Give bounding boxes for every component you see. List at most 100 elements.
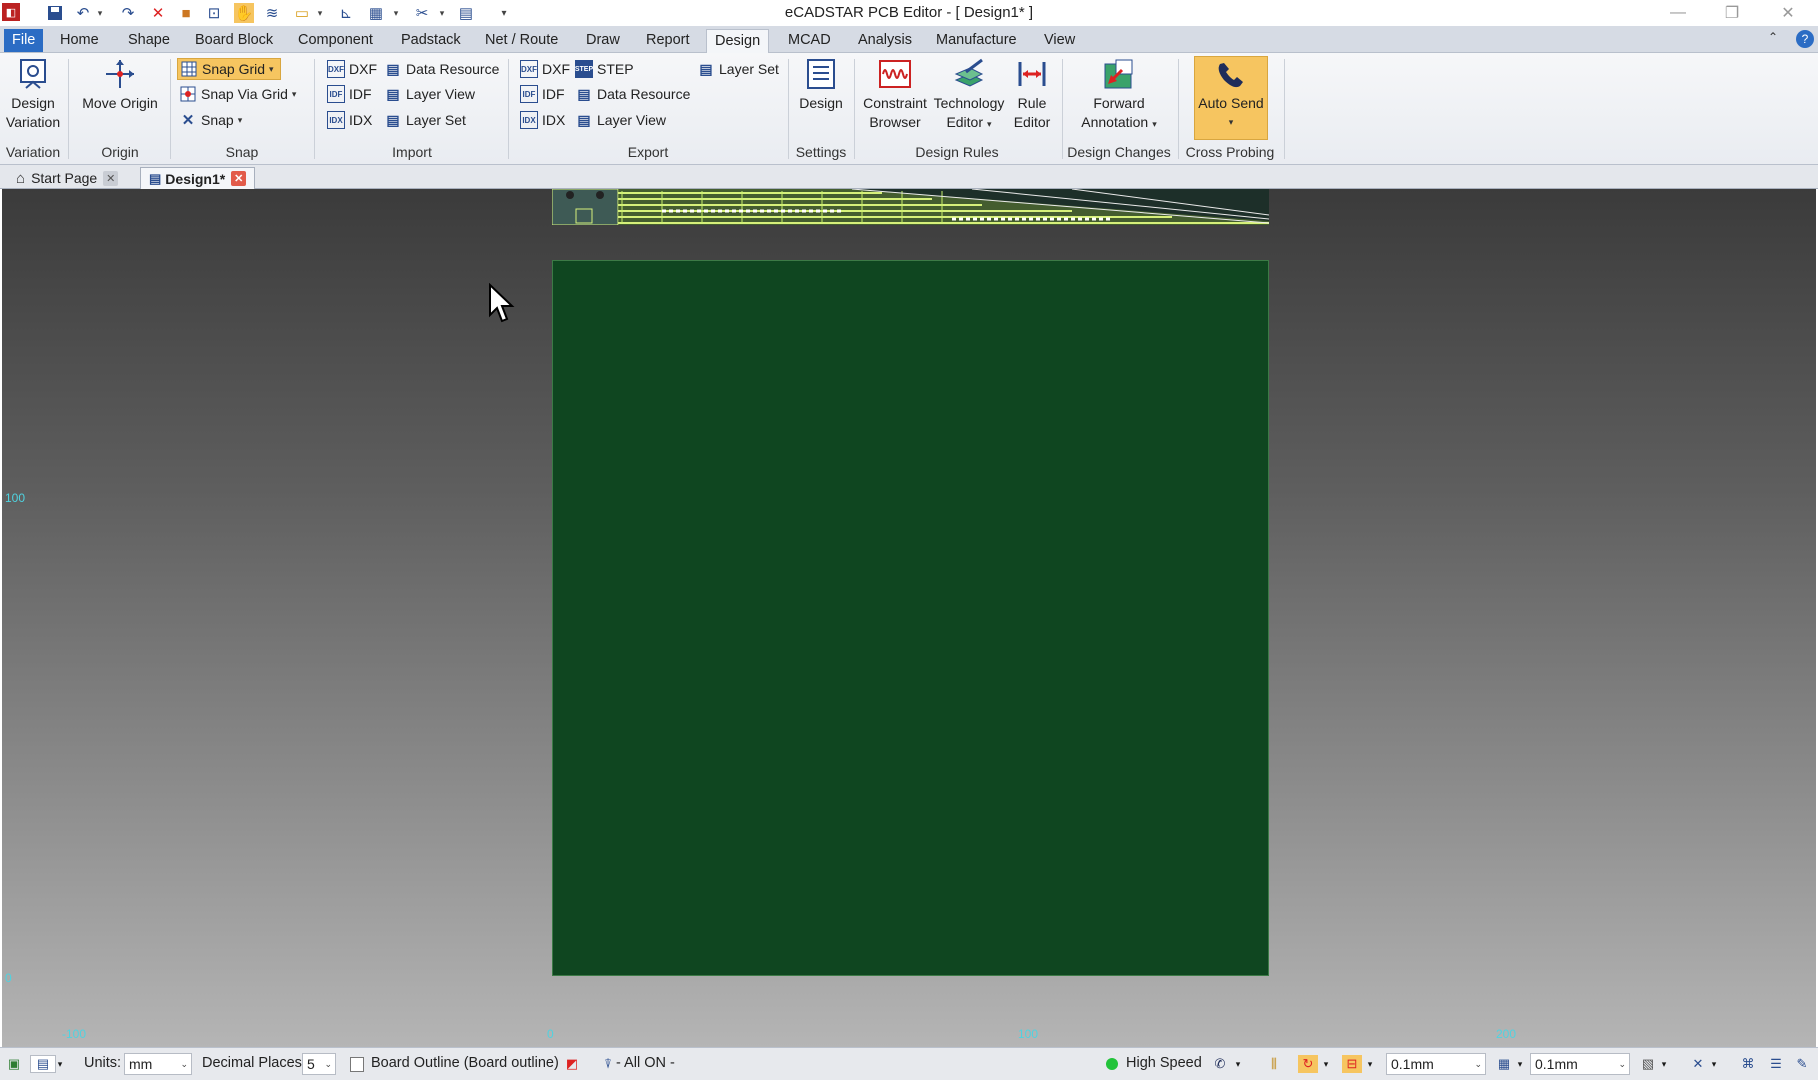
rule-editor-button[interactable]: Rule Editor — [1010, 57, 1054, 132]
move-origin-button[interactable]: Move Origin — [78, 57, 162, 113]
route-mode-icon[interactable]: ↻ — [1298, 1055, 1318, 1073]
menu-file[interactable]: File — [4, 29, 44, 52]
technology-editor-dropdown-icon: ▾ — [987, 119, 992, 129]
title-bar: ◧ ↶ ▾ ↷ ✕ ■ ⊡ ✋ ≋ ▭ ▾ ⊾ ▦ ▾ ✂ ▾ ▤ ▾ eCAD… — [0, 0, 1818, 26]
menu-draw[interactable]: Draw — [578, 30, 628, 51]
close-icon[interactable]: ✕ — [1762, 0, 1814, 26]
filter-status[interactable]: - All ON - — [616, 1055, 675, 1071]
tab-design1[interactable]: ▤ Design1* ✕ — [140, 167, 256, 189]
auto-send-dropdown-icon: ▾ — [1228, 117, 1234, 127]
output-window-icon[interactable]: ▣ — [4, 1055, 24, 1073]
group-label-cross-probing: Cross Probing — [1185, 144, 1275, 160]
snap-via-grid-dropdown-icon: ▾ — [291, 88, 297, 99]
restore-icon[interactable]: ❐ — [1706, 0, 1758, 26]
snap-mode-dropdown-icon[interactable]: ▾ — [1708, 1055, 1720, 1073]
display-dropdown-icon[interactable]: ▾ — [1658, 1055, 1670, 1073]
import-idf-button[interactable]: IDF IDF — [327, 83, 372, 105]
export-dxf-button[interactable]: DXF DXF — [520, 58, 570, 80]
menu-shape[interactable]: Shape — [120, 30, 178, 51]
units-select[interactable]: mm ⌄ — [124, 1053, 192, 1075]
width-mode-dropdown-icon[interactable]: ▾ — [1364, 1055, 1376, 1073]
menu-design[interactable]: Design — [706, 29, 770, 54]
meander-icon[interactable]: ⫼ — [1264, 1055, 1284, 1073]
width-mode-icon[interactable]: ⊟ — [1342, 1055, 1362, 1073]
layers-icon[interactable]: ☰ — [1766, 1055, 1786, 1073]
document-tab-bar: ⌂ Start Page ✕ ▤ Design1* ✕ — [0, 165, 1818, 189]
snap-button[interactable]: ✕ Snap ▾ — [179, 109, 243, 131]
route-mode-dropdown-icon[interactable]: ▾ — [1320, 1055, 1332, 1073]
group-label-design-rules: Design Rules — [915, 144, 999, 160]
group-separator — [314, 59, 315, 159]
collapse-ribbon-icon[interactable]: ⌃ — [1768, 30, 1778, 44]
chevron-down-icon: ⌄ — [180, 1059, 188, 1069]
menu-view[interactable]: View — [1036, 30, 1083, 51]
help-icon[interactable]: ? — [1796, 30, 1814, 48]
menu-mcad[interactable]: MCAD — [780, 30, 839, 51]
constraint-browser-button[interactable]: Constraint Browser — [862, 57, 928, 132]
menu-report[interactable]: Report — [638, 30, 698, 51]
net-icon[interactable]: ⌘ — [1738, 1055, 1758, 1073]
display-icon[interactable]: ▧ — [1638, 1055, 1658, 1073]
filter-icon[interactable]: ⍒ — [598, 1055, 618, 1073]
auto-send-dropdown-icon[interactable]: ▾ — [1232, 1055, 1244, 1073]
layout-icon[interactable]: ▤ — [30, 1055, 56, 1073]
route-grid-select[interactable]: 0.1mm ⌄ — [1386, 1053, 1486, 1075]
close-tab-icon[interactable]: ✕ — [231, 171, 247, 186]
export-layer-view-button[interactable]: ▤ Layer View — [575, 109, 666, 131]
import-idx-button[interactable]: IDX IDX — [327, 109, 372, 131]
design-variation-button[interactable]: Design Variation — [4, 57, 62, 132]
group-separator — [1284, 59, 1285, 159]
auto-send-button[interactable]: Auto Send ▾ — [1194, 56, 1268, 140]
layer-set-icon: ▤ — [386, 111, 400, 128]
menu-manufacture[interactable]: Manufacture — [928, 30, 1025, 51]
import-dxf-button[interactable]: DXF DXF — [327, 58, 377, 80]
minimize-icon[interactable]: — — [1652, 0, 1704, 26]
export-data-resource-button[interactable]: ▤ Data Resource — [575, 83, 690, 105]
import-layer-view-button[interactable]: ▤ Layer View — [384, 83, 475, 105]
move-origin-label: Move Origin — [82, 95, 158, 111]
forward-annotation-button[interactable]: Forward Annotation ▾ — [1070, 57, 1168, 134]
snap-grid-button[interactable]: Snap Grid ▾ — [177, 58, 281, 80]
group-label-export: Export — [627, 144, 669, 160]
design-settings-button[interactable]: Design — [792, 57, 850, 113]
design-canvas[interactable]: 100 0 -100 0 100 200 — [2, 188, 1816, 1047]
x-axis-label-200: 200 — [1496, 1027, 1517, 1041]
grid-icon[interactable]: ▦ — [1494, 1055, 1514, 1073]
menu-board-block[interactable]: Board Block — [187, 30, 281, 51]
grid-dropdown-icon[interactable]: ▾ — [1514, 1055, 1526, 1073]
auto-send-status-icon[interactable]: ✆ — [1210, 1055, 1230, 1073]
menu-padstack[interactable]: Padstack — [393, 30, 469, 51]
menu-net-route[interactable]: Net / Route — [477, 30, 566, 51]
import-layer-set-button[interactable]: ▤ Layer Set — [384, 109, 466, 131]
chevron-down-icon: ⌄ — [1474, 1059, 1482, 1069]
menu-analysis[interactable]: Analysis — [850, 30, 920, 51]
edit-icon[interactable]: ✎ — [1792, 1055, 1812, 1073]
menu-component[interactable]: Component — [290, 30, 381, 51]
import-layer-set-label: Layer Set — [406, 112, 466, 128]
layout-dropdown-icon[interactable]: ▾ — [54, 1055, 66, 1073]
snap-via-grid-label: Snap Via Grid — [201, 86, 288, 102]
snap-mode-icon[interactable]: ✕ — [1688, 1055, 1708, 1073]
import-data-resource-button[interactable]: ▤ Data Resource — [384, 58, 499, 80]
design-document-icon: ▤ — [149, 170, 162, 186]
export-idf-button[interactable]: IDF IDF — [520, 83, 565, 105]
export-step-button[interactable]: STEP STEP — [575, 58, 634, 80]
snap-via-grid-button[interactable]: Snap Via Grid ▾ — [179, 83, 296, 105]
layer-select-icon[interactable]: ◩ — [562, 1055, 582, 1073]
close-tab-icon[interactable]: ✕ — [103, 170, 119, 186]
pcb-board[interactable] — [552, 260, 1269, 976]
menu-home[interactable]: Home — [52, 30, 107, 51]
dxf-file-icon: DXF — [520, 60, 538, 78]
technology-editor-button[interactable]: Technology Editor ▾ — [932, 57, 1006, 134]
window-title: eCADSTAR PCB Editor - [ Design1* ] — [784, 4, 1034, 21]
snap-grid-select[interactable]: 0.1mm ⌄ — [1530, 1053, 1630, 1075]
export-idx-button[interactable]: IDX IDX — [520, 109, 565, 131]
decimal-places-select[interactable]: 5 ⌄ — [302, 1053, 336, 1075]
high-speed-label[interactable]: High Speed — [1126, 1055, 1202, 1071]
export-layer-set-button[interactable]: ▤ Layer Set — [697, 58, 779, 80]
layer-color-swatch — [350, 1057, 364, 1072]
active-layer-label[interactable]: Board Outline (Board outline) — [371, 1055, 559, 1071]
tab-start-page[interactable]: ⌂ Start Page ✕ — [16, 167, 119, 189]
export-step-label: STEP — [597, 61, 634, 77]
export-idf-label: IDF — [542, 86, 565, 102]
